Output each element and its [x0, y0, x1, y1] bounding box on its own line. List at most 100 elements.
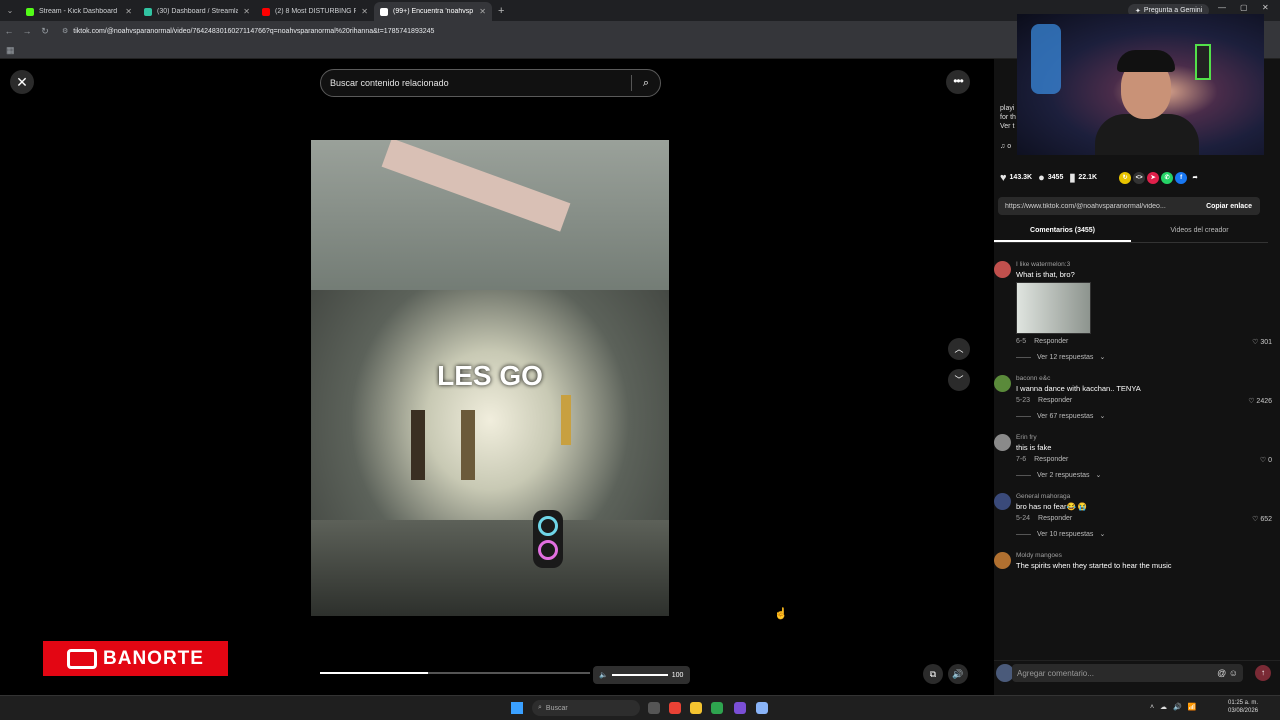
mute-button[interactable]: 🔊 — [948, 664, 968, 684]
tab-comments[interactable]: Comentarios (3455) — [994, 223, 1131, 242]
picture-in-picture-button[interactable]: ⧉ — [923, 664, 943, 684]
comment-input[interactable]: Agregar comentario... @ ☺ — [1012, 664, 1243, 682]
settings-icon[interactable] — [756, 702, 768, 714]
comment-username[interactable]: Moldy mangoes — [1016, 552, 1280, 559]
chevron-down-icon: ⌄ — [1099, 531, 1106, 538]
minimize-icon[interactable]: — — [1218, 3, 1226, 12]
chevron-down-icon: ⌄ — [1095, 472, 1102, 479]
windows-start-icon[interactable] — [511, 702, 523, 714]
volume-icon[interactable]: 🔈 — [599, 671, 608, 679]
tab-streamlabs[interactable]: (30) Dashboard / Streamlabs ✕ — [138, 2, 256, 21]
replies-line — [1016, 474, 1031, 476]
facebook-icon[interactable]: f — [1175, 171, 1188, 184]
search-icon[interactable]: ⌕ — [632, 77, 660, 90]
tab-close-icon[interactable]: ✕ — [243, 7, 250, 16]
comment-text: What is that, bro? — [1016, 270, 1075, 279]
chrome-icon[interactable] — [669, 702, 681, 714]
address-field[interactable]: ⚙ tiktok.com/@noahvsparanormal/video/764… — [62, 27, 434, 36]
discord-icon[interactable] — [734, 702, 746, 714]
chevron-up-icon: ︿ — [954, 344, 964, 354]
copy-link-button[interactable]: Copiar enlace — [1198, 203, 1260, 210]
like-button[interactable]: ♥ 143.3K — [1000, 172, 1032, 184]
window-close-icon[interactable]: ✕ — [1262, 3, 1269, 12]
speaker-icon: 🔊 — [952, 669, 964, 679]
avatar[interactable] — [994, 375, 1011, 392]
system-tray-icons[interactable]: ˄ ☁ 🔊 📶 — [1150, 703, 1198, 711]
comment-like-button[interactable]: ♡ 301 — [1252, 338, 1272, 346]
tab-creator-videos[interactable]: Videos del creador — [1131, 223, 1268, 242]
reply-button[interactable]: Responder — [1034, 338, 1068, 345]
view-replies-button[interactable]: Ver 12 respuestas ⌄ — [1016, 353, 1280, 361]
view-replies-button[interactable]: Ver 10 respuestas ⌄ — [1016, 530, 1280, 538]
video-player[interactable]: LES GO — [311, 140, 669, 616]
music-label[interactable]: ♫ o — [1000, 143, 1011, 150]
comment-like-button[interactable]: ♡ 652 — [1252, 515, 1272, 523]
send-icon[interactable]: ➤ — [1147, 171, 1160, 184]
video-frame-speaker — [533, 510, 563, 568]
related-search-bar[interactable]: Buscar contenido relacionado ⌕ — [320, 69, 661, 97]
next-video-button[interactable]: ﹀ — [948, 369, 970, 391]
chevron-down-icon: ⌄ — [1099, 354, 1106, 361]
comment-username[interactable]: baconn e&c — [1016, 375, 1280, 382]
taskbar-search-placeholder: Buscar — [545, 704, 568, 712]
tab-youtube[interactable]: (2) 8 Most DISTURBING Paranc ✕ — [256, 2, 374, 21]
file-explorer-icon[interactable] — [690, 702, 702, 714]
comment-button[interactable]: ● 3455 — [1038, 172, 1063, 184]
tab-close-icon[interactable]: ✕ — [361, 7, 368, 16]
forward-icon[interactable]: → — [18, 26, 36, 36]
replies-label: Ver 10 respuestas — [1037, 530, 1094, 538]
comment-like-button[interactable]: ♡ 0 — [1260, 456, 1272, 464]
tab-close-icon[interactable]: ✕ — [479, 7, 486, 16]
back-icon[interactable]: ← — [0, 26, 18, 36]
reply-button[interactable]: Responder — [1038, 397, 1072, 404]
comment-like-button[interactable]: ♡ 2426 — [1248, 397, 1272, 405]
view-replies-button[interactable]: Ver 2 respuestas ⌄ — [1016, 471, 1280, 479]
video-frame-ceiling — [311, 140, 669, 300]
tab-search-icon[interactable]: ⌄ — [0, 0, 20, 21]
replies-line — [1016, 415, 1031, 417]
tab-tiktok[interactable]: (99+) Encuentra 'noahvsp ✕ — [374, 2, 492, 21]
comment-image[interactable] — [1016, 282, 1091, 334]
maximize-icon[interactable]: ▢ — [1240, 3, 1248, 12]
pip-icon: ⧉ — [929, 669, 937, 679]
system-clock[interactable]: 01:25 a. m. 03/08/2026 — [1228, 699, 1258, 715]
comment-username[interactable]: General mahoraga — [1016, 493, 1280, 500]
avatar[interactable] — [994, 261, 1011, 278]
comment-date: 7-6 — [1016, 456, 1027, 463]
comments-list: I like watermelon:3 What is that, bro? 6… — [994, 261, 1280, 576]
volume-slider[interactable] — [611, 674, 668, 676]
site-info-icon[interactable]: ⚙ — [62, 27, 68, 35]
search-input[interactable]: Buscar contenido relacionado — [321, 78, 631, 88]
whatsapp-icon[interactable]: ✆ — [1161, 171, 1174, 184]
send-comment-button[interactable]: ↑ — [1255, 665, 1271, 681]
avatar[interactable] — [994, 493, 1011, 510]
volume-control[interactable]: 🔈 100 — [593, 666, 690, 684]
reply-button[interactable]: Responder — [1034, 456, 1068, 463]
view-replies-button[interactable]: Ver 67 respuestas ⌄ — [1016, 412, 1280, 420]
replies-label: Ver 2 respuestas — [1037, 471, 1090, 479]
comment-meta: 7-6 Responder ♡ 0 — [1016, 456, 1280, 464]
avatar[interactable] — [994, 434, 1011, 451]
save-button[interactable]: ▮ 22.1K — [1069, 171, 1097, 184]
avatar[interactable] — [994, 552, 1011, 569]
video-progress-bar[interactable] — [320, 672, 590, 674]
comment-username[interactable]: Erin fry — [1016, 434, 1280, 441]
share-arrow-icon[interactable]: ➦ — [1189, 172, 1201, 184]
tab-kick[interactable]: Stream - Kick Dashboard ✕ — [20, 2, 138, 21]
store-icon[interactable] — [711, 702, 723, 714]
new-tab-button[interactable]: + — [498, 5, 504, 17]
share-link-text[interactable]: https://www.tiktok.com/@noahvsparanormal… — [998, 203, 1198, 210]
reload-icon[interactable]: ↻ — [36, 26, 54, 37]
task-view-icon[interactable] — [648, 702, 660, 714]
reply-button[interactable]: Responder — [1038, 515, 1072, 522]
previous-video-button[interactable]: ︿ — [948, 338, 970, 360]
more-options-button[interactable]: ••• — [946, 70, 970, 94]
close-viewer-button[interactable]: ✕ — [10, 70, 34, 94]
comment-username[interactable]: I like watermelon:3 — [1016, 261, 1280, 268]
tab-close-icon[interactable]: ✕ — [125, 7, 132, 16]
embed-icon[interactable]: <> — [1133, 171, 1146, 184]
apps-grid-icon[interactable]: ▦ — [6, 45, 15, 56]
taskbar-search[interactable]: ⌕ Buscar — [532, 700, 640, 716]
mention-icon[interactable]: @ ☺ — [1217, 668, 1243, 678]
repost-icon[interactable]: ↻ — [1119, 171, 1132, 184]
